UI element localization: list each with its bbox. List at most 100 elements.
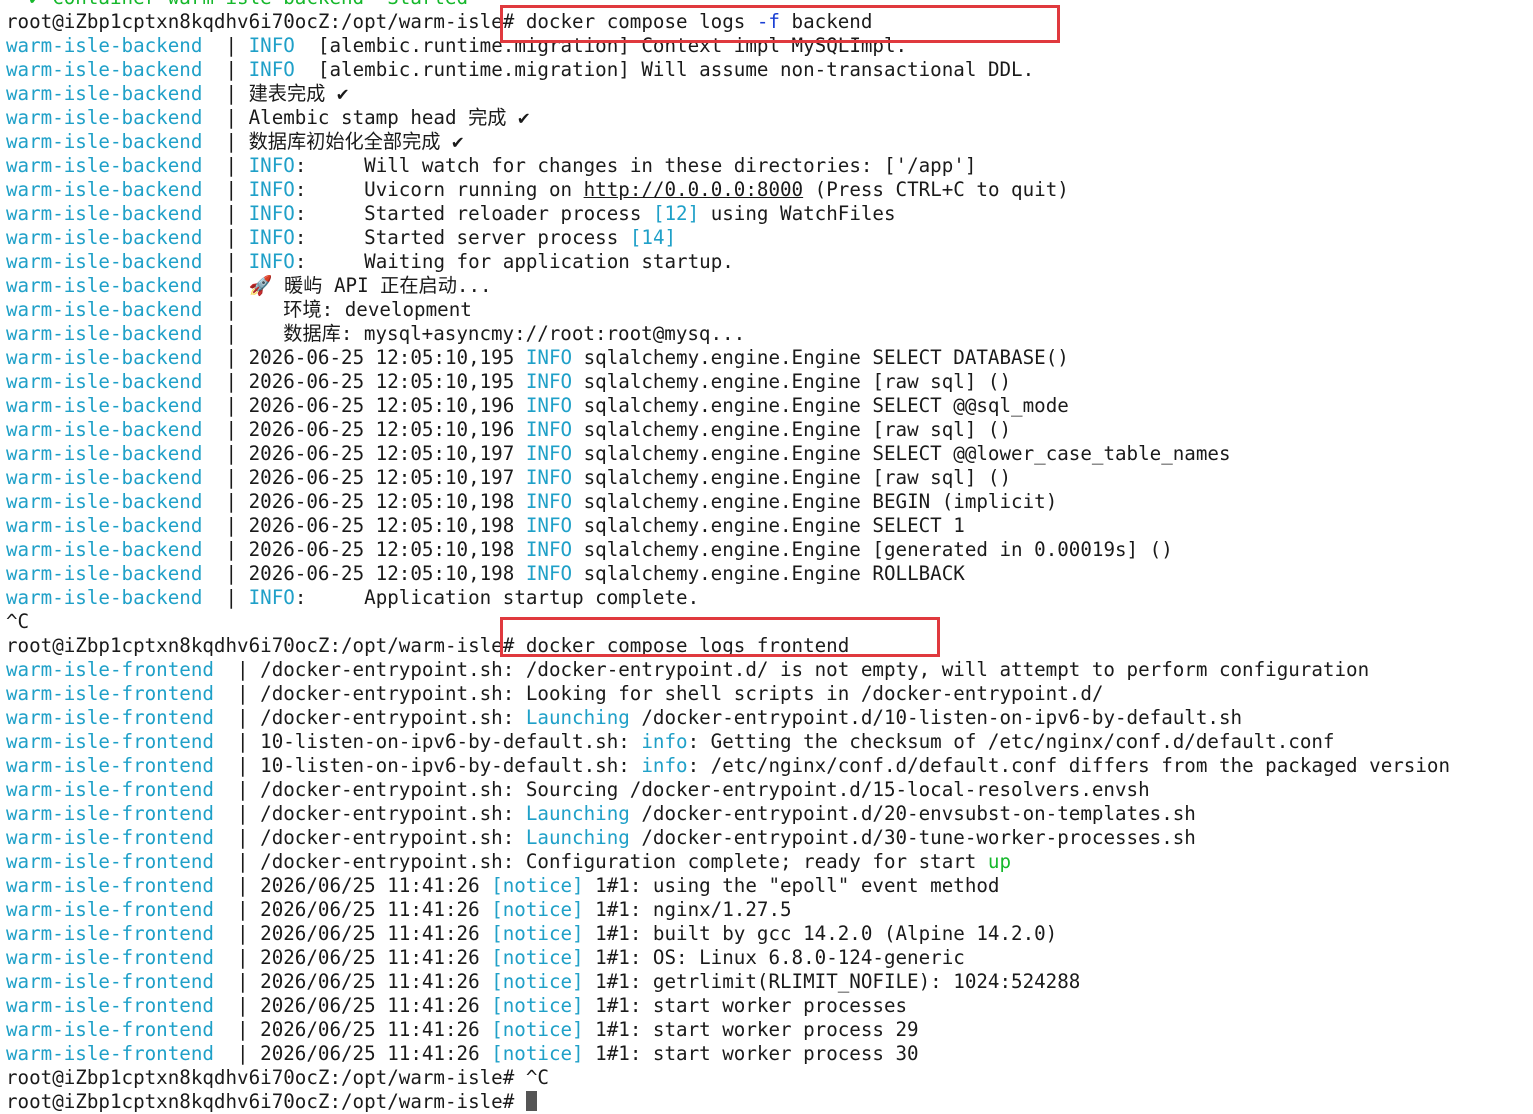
terminal-line: warm-isle-backend | 2026-06-25 12:05:10,… xyxy=(6,562,1533,586)
terminal-line: warm-isle-backend | 2026-06-25 12:05:10,… xyxy=(6,466,1533,490)
terminal-text: | xyxy=(202,226,249,249)
terminal-text: warm-isle-frontend xyxy=(6,826,214,849)
terminal-text: warm-isle-backend xyxy=(6,490,203,513)
terminal-link[interactable]: http://0.0.0.0:8000 xyxy=(584,178,804,201)
terminal-text: INFO xyxy=(525,562,573,585)
terminal-text: warm-isle-backend xyxy=(6,154,203,177)
terminal-text: warm-isle-backend xyxy=(6,466,203,489)
terminal-line: warm-isle-frontend | /docker-entrypoint.… xyxy=(6,658,1533,682)
terminal-text: | 2026-06-25 12:05:10,197 xyxy=(202,442,526,465)
terminal-text: : Uvicorn running on xyxy=(294,178,584,201)
terminal-text: sqlalchemy.engine.Engine SELECT 1 xyxy=(572,514,965,537)
terminal-text: | /docker-entrypoint.sh: xyxy=(213,826,526,849)
terminal-line: warm-isle-backend | 2026-06-25 12:05:10,… xyxy=(6,514,1533,538)
terminal-text: warm-isle-backend xyxy=(6,34,203,57)
terminal-line: warm-isle-frontend | 10-listen-on-ipv6-b… xyxy=(6,754,1533,778)
terminal-text: (Press CTRL+C to quit) xyxy=(803,178,1069,201)
terminal-text: | xyxy=(202,178,249,201)
terminal-text: [notice] xyxy=(491,874,584,897)
terminal-line: warm-isle-backend | 建表完成 ✔ xyxy=(6,82,1533,106)
terminal-line: warm-isle-backend | INFO: Started reload… xyxy=(6,202,1533,226)
terminal-text: warm-isle-backend xyxy=(6,394,203,417)
terminal-text: [notice] xyxy=(491,970,584,993)
terminal-text: [12] xyxy=(652,202,700,225)
terminal-text: | xyxy=(202,202,249,225)
terminal-text: | 2026/06/25 11:41:26 xyxy=(213,898,492,921)
terminal-text: 1#1: start worker process 29 xyxy=(583,1018,919,1041)
terminal-text: | xyxy=(202,58,249,81)
terminal-text: | 2026-06-25 12:05:10,195 xyxy=(202,346,526,369)
terminal-text: [notice] xyxy=(491,898,584,921)
terminal-text: warm-isle-backend xyxy=(6,274,203,297)
terminal-text: INFO xyxy=(525,370,573,393)
terminal-text: /docker-entrypoint.d/10-listen-on-ipv6-b… xyxy=(629,706,1243,729)
terminal-line: warm-isle-frontend | 2026/06/25 11:41:26… xyxy=(6,1018,1533,1042)
terminal-text: info xyxy=(641,754,688,777)
terminal-line: root@iZbp1cptxn8kqdhv6i70ocZ:/opt/warm-i… xyxy=(6,1066,1533,1090)
terminal-line: warm-isle-backend | 数据库: mysql+asyncmy:/… xyxy=(6,322,1533,346)
terminal-text: INFO xyxy=(525,490,573,513)
terminal-line: warm-isle-frontend | 2026/06/25 11:41:26… xyxy=(6,922,1533,946)
terminal-text: warm-isle-frontend xyxy=(6,754,214,777)
terminal-line: warm-isle-frontend | /docker-entrypoint.… xyxy=(6,802,1533,826)
terminal-text: warm-isle-backend xyxy=(6,106,203,129)
terminal-text: INFO xyxy=(248,226,295,249)
terminal-text: | 2026-06-25 12:05:10,196 xyxy=(202,418,526,441)
terminal-text: | 建表完成 ✔ xyxy=(202,82,349,105)
terminal-text: INFO xyxy=(248,202,295,225)
terminal-text: 1#1: start worker process 30 xyxy=(583,1042,919,1065)
terminal-line: warm-isle-backend | INFO: Uvicorn runnin… xyxy=(6,178,1533,202)
terminal-text: INFO xyxy=(525,538,573,561)
terminal-text: warm-isle-frontend xyxy=(6,1042,214,1065)
terminal-text: | 数据库: mysql+asyncmy://root:root@mysq... xyxy=(202,322,746,345)
terminal-text: sqlalchemy.engine.Engine ROLLBACK xyxy=(572,562,965,585)
terminal-text: warm-isle-frontend xyxy=(6,898,214,921)
terminal-line: warm-isle-backend | 2026-06-25 12:05:10,… xyxy=(6,370,1533,394)
terminal-line: warm-isle-backend | 2026-06-25 12:05:10,… xyxy=(6,394,1533,418)
terminal-text: : Will watch for changes in these direct… xyxy=(294,154,977,177)
terminal-text: INFO xyxy=(525,346,573,369)
terminal-text: | xyxy=(202,586,249,609)
terminal-text: Launching xyxy=(525,706,630,729)
terminal-line: warm-isle-backend | INFO: Application st… xyxy=(6,586,1533,610)
terminal-text: [notice] xyxy=(491,922,584,945)
highlight-box-backend-command xyxy=(500,5,1060,43)
terminal-text: | 2026-06-25 12:05:10,198 xyxy=(202,514,526,537)
terminal-text: INFO xyxy=(525,514,573,537)
terminal-text: warm-isle-backend xyxy=(6,82,203,105)
terminal-text: warm-isle-frontend xyxy=(6,778,214,801)
terminal-text: warm-isle-backend xyxy=(6,178,203,201)
terminal-line: warm-isle-frontend | /docker-entrypoint.… xyxy=(6,778,1533,802)
terminal-text: [alembic.runtime.migration] Will assume … xyxy=(294,58,1035,81)
terminal-text: [notice] xyxy=(491,1042,584,1065)
terminal-text: [notice] xyxy=(491,994,584,1017)
terminal-text: sqlalchemy.engine.Engine [raw sql] () xyxy=(572,370,1012,393)
terminal-text: [notice] xyxy=(491,1018,584,1041)
terminal-text: root@iZbp1cptxn8kqdhv6i70ocZ:/opt/warm-i… xyxy=(6,1066,549,1089)
terminal-text: using WatchFiles xyxy=(699,202,896,225)
terminal-text: warm-isle-backend xyxy=(6,586,203,609)
terminal-text: warm-isle-backend xyxy=(6,538,203,561)
terminal-text: | 2026-06-25 12:05:10,196 xyxy=(202,394,526,417)
terminal-text: INFO xyxy=(248,58,295,81)
terminal-text: info xyxy=(641,730,688,753)
terminal-text: | 2026-06-25 12:05:10,195 xyxy=(202,370,526,393)
terminal-text: | 2026/06/25 11:41:26 xyxy=(213,970,492,993)
terminal-text: | 2026/06/25 11:41:26 xyxy=(213,946,492,969)
terminal-text: warm-isle-frontend xyxy=(6,970,214,993)
terminal-text: warm-isle-backend xyxy=(6,514,203,537)
terminal-text: | /docker-entrypoint.sh: /docker-entrypo… xyxy=(213,658,1370,681)
terminal-text: 1#1: nginx/1.27.5 xyxy=(583,898,792,921)
terminal-line: warm-isle-frontend | /docker-entrypoint.… xyxy=(6,826,1533,850)
terminal-line: root@iZbp1cptxn8kqdhv6i70ocZ:/opt/warm-i… xyxy=(6,1090,1533,1114)
terminal-text: warm-isle-frontend xyxy=(6,706,214,729)
terminal-text: warm-isle-backend xyxy=(6,250,203,273)
terminal-text: : Started server process xyxy=(294,226,630,249)
terminal-text: | 2026-06-25 12:05:10,198 xyxy=(202,562,526,585)
terminal-text: warm-isle-frontend xyxy=(6,658,214,681)
terminal-text: | /docker-entrypoint.sh: xyxy=(213,802,526,825)
terminal-text: Launching xyxy=(525,826,630,849)
terminal-line: warm-isle-frontend | 2026/06/25 11:41:26… xyxy=(6,874,1533,898)
terminal-text: warm-isle-backend xyxy=(6,58,203,81)
terminal-output[interactable]: ✔ Container warm-isle-backend Started roo… xyxy=(0,0,1533,1114)
